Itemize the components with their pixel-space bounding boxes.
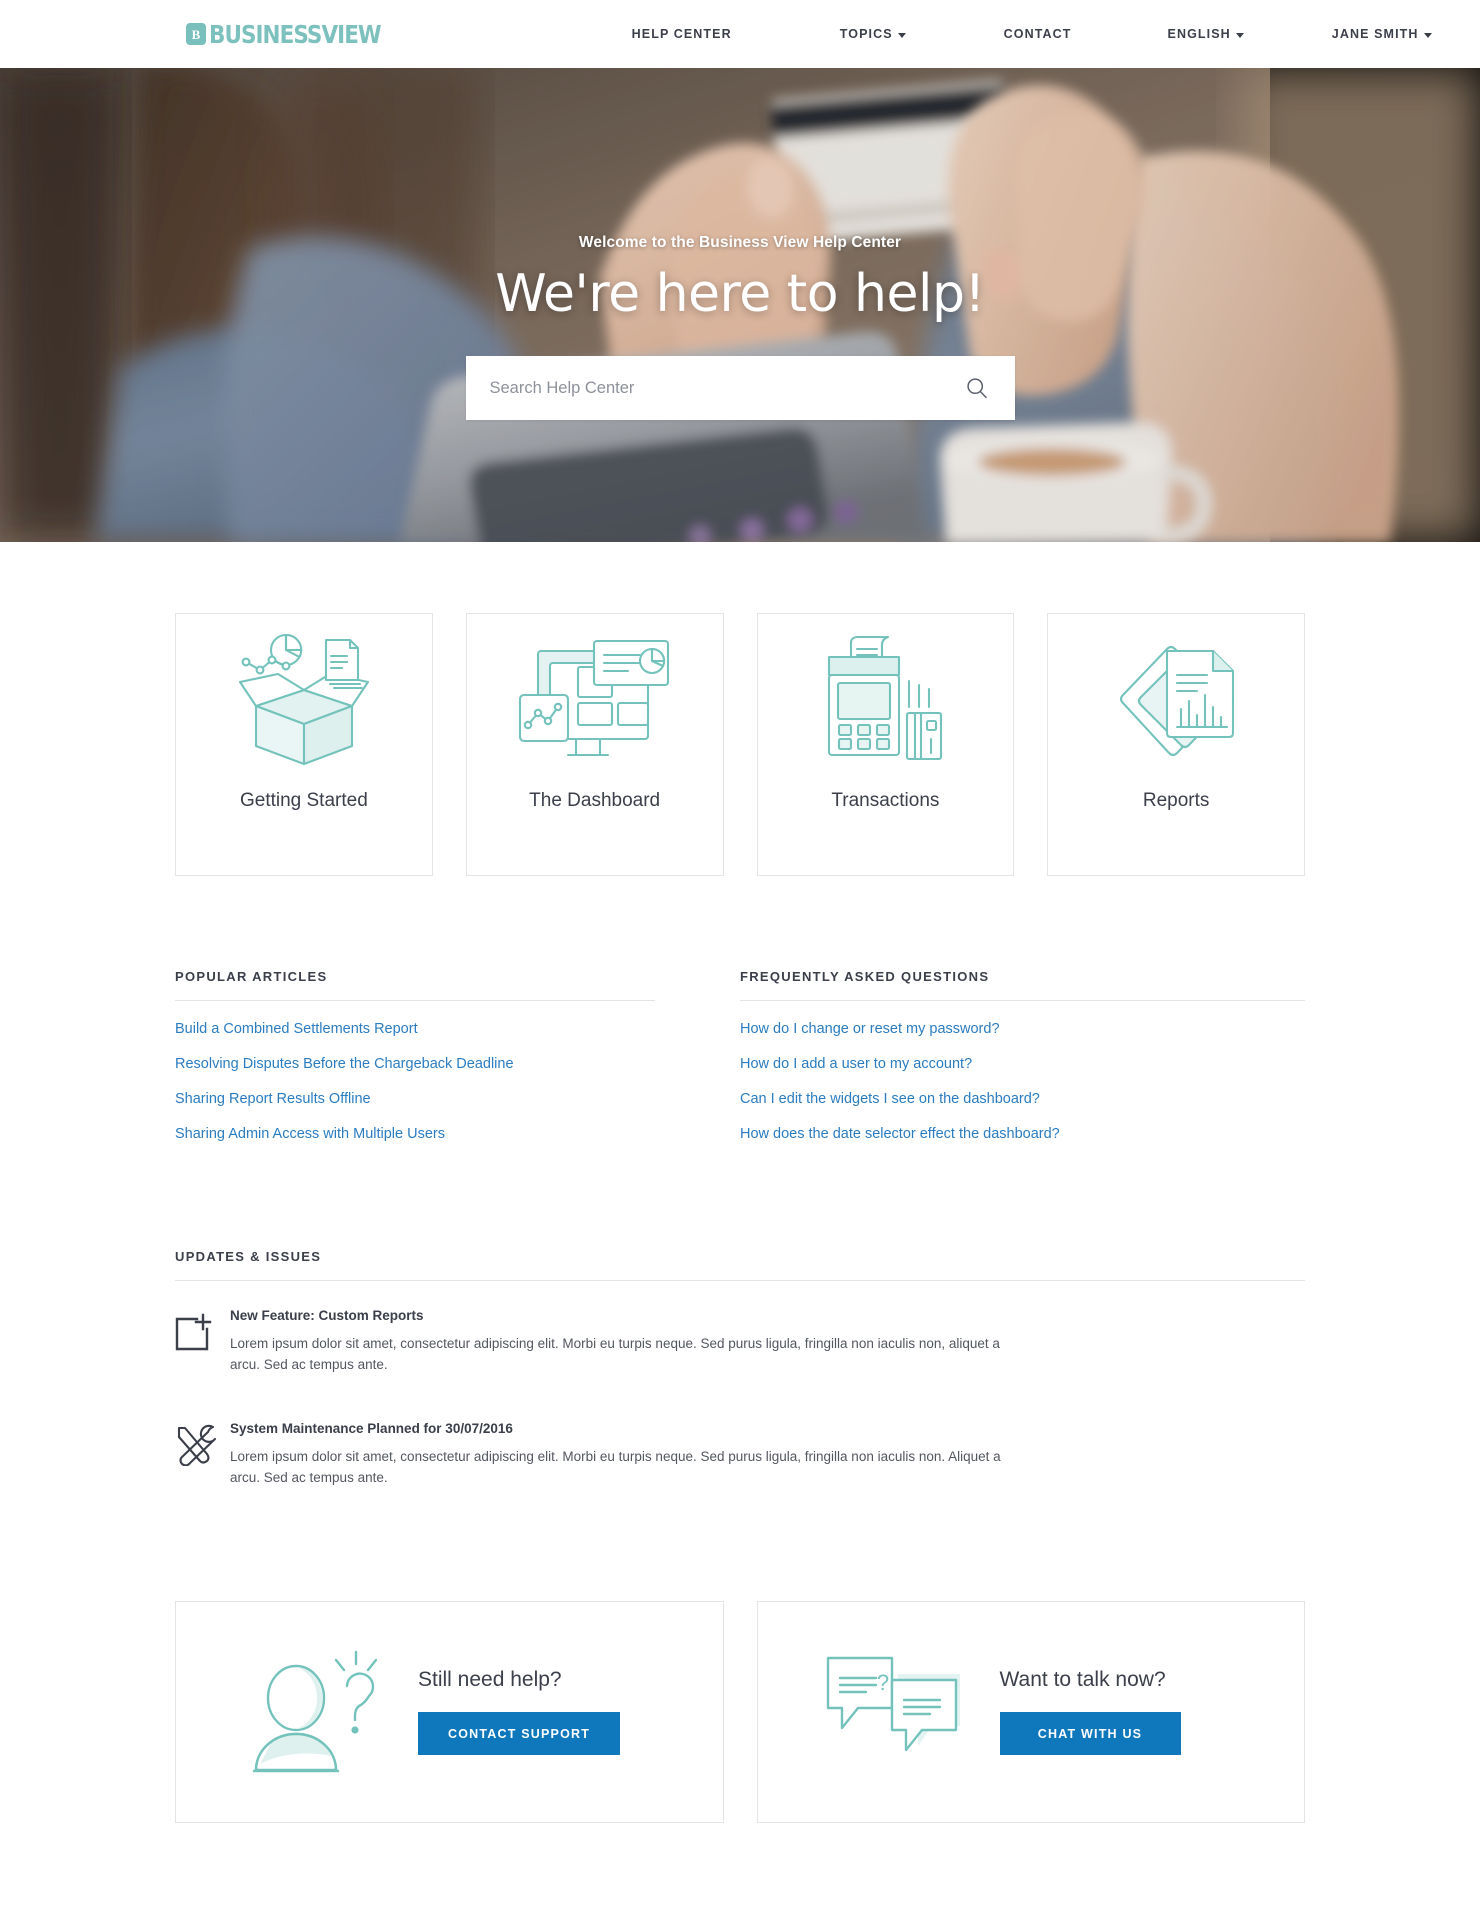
hero-eyebrow: Welcome to the Business View Help Center <box>578 234 902 251</box>
nav-label: CONTACT <box>1003 27 1072 41</box>
list-item[interactable]: Can I edit the widgets I see on the dash… <box>740 1081 1305 1116</box>
chevron-down-icon <box>897 32 906 38</box>
chevron-down-icon <box>1423 32 1432 38</box>
category-card-reports[interactable]: Reports <box>1047 613 1305 876</box>
logo-badge-icon: B <box>186 23 206 45</box>
faq-section: FREQUENTLY ASKED QUESTIONS How do I chan… <box>740 969 1305 1151</box>
category-label: The Dashboard <box>529 790 661 811</box>
search-input[interactable] <box>489 378 965 398</box>
page-title: We're here to help! <box>495 264 985 324</box>
cta-title: Want to talk now? <box>999 1668 1166 1692</box>
contact-support-button[interactable]: CONTACT SUPPORT <box>418 1712 621 1756</box>
cta-title: Still need help? <box>418 1668 562 1692</box>
main-nav: HELP CENTER TOPICS CONTACT ENGLISH JANE … <box>632 27 1432 41</box>
nav-item-user-menu[interactable]: JANE SMITH <box>1332 27 1432 41</box>
category-card-getting-started[interactable]: Getting Started <box>175 613 433 876</box>
divider <box>175 1000 655 1001</box>
nav-item-help-center[interactable]: HELP CENTER <box>632 27 732 41</box>
nav-label: HELP CENTER <box>631 27 732 41</box>
cta-card-chat: ? Want to talk now? CHAT WITH US <box>756 1600 1305 1823</box>
search-icon <box>966 378 987 399</box>
category-cards: Getting Started The Dashboard Transactio… <box>175 613 1305 876</box>
nav-label: TOPICS <box>839 27 893 41</box>
updates-section: UPDATES & ISSUES New Feature: Custom Rep… <box>175 1249 1305 1489</box>
logo[interactable]: B BUSINESSVIEW <box>186 20 409 49</box>
divider <box>740 1000 1305 1001</box>
wrench-screwdriver-icon <box>175 1421 230 1489</box>
popular-articles-section: POPULAR ARTICLES Build a Combined Settle… <box>175 969 740 1151</box>
chevron-down-icon <box>1235 32 1244 38</box>
faq-link[interactable]: How do I add a user to my account? <box>740 1056 972 1072</box>
documents-chart-icon <box>1048 614 1304 790</box>
card-terminal-icon <box>758 614 1014 790</box>
logo-text: BUSINESSVIEW <box>209 19 382 49</box>
section-title: FREQUENTLY ASKED QUESTIONS <box>740 969 990 984</box>
category-card-the-dashboard[interactable]: The Dashboard <box>465 613 724 876</box>
update-item: New Feature: Custom Reports Lorem ipsum … <box>175 1308 1305 1376</box>
person-question-icon <box>222 1648 408 1776</box>
search-button[interactable] <box>965 376 989 400</box>
list-item[interactable]: How does the date selector effect the da… <box>740 1116 1305 1151</box>
update-text: Lorem ipsum dolor sit amet, consectetur … <box>230 1336 1000 1372</box>
svg-text:?: ? <box>876 1670 888 1695</box>
faq-link[interactable]: How do I change or reset my password? <box>740 1021 1000 1037</box>
site-header: B BUSINESSVIEW HELP CENTER TOPICS CONTAC… <box>0 0 1480 68</box>
faq-link[interactable]: How does the date selector effect the da… <box>740 1126 1060 1142</box>
article-link[interactable]: Sharing Admin Access with Multiple Users <box>175 1126 445 1142</box>
nav-item-english[interactable]: ENGLISH <box>1168 27 1244 41</box>
faq-link[interactable]: Can I edit the widgets I see on the dash… <box>740 1091 1040 1107</box>
chat-with-us-button[interactable]: CHAT WITH US <box>999 1712 1181 1756</box>
list-item[interactable]: How do I change or reset my password? <box>740 1011 1305 1046</box>
update-item: System Maintenance Planned for 30/07/201… <box>175 1421 1305 1489</box>
category-label: Getting Started <box>239 790 368 811</box>
article-link[interactable]: Sharing Report Results Offline <box>175 1091 371 1107</box>
new-item-plus-icon <box>175 1308 230 1376</box>
category-label: Reports <box>1142 790 1210 811</box>
article-lists: POPULAR ARTICLES Build a Combined Settle… <box>175 969 1305 1151</box>
update-title: New Feature: Custom Reports <box>230 1308 424 1323</box>
list-item[interactable]: Build a Combined Settlements Report <box>175 1011 655 1046</box>
section-title: POPULAR ARTICLES <box>175 969 328 984</box>
list-item[interactable]: How do I add a user to my account? <box>740 1046 1305 1081</box>
search-bar[interactable] <box>465 356 1015 420</box>
nav-item-topics[interactable]: TOPICS <box>840 27 906 41</box>
section-title: UPDATES & ISSUES <box>175 1249 322 1264</box>
list-item[interactable]: Resolving Disputes Before the Chargeback… <box>175 1046 655 1081</box>
divider <box>175 1280 1305 1281</box>
category-label: Transactions <box>831 790 940 811</box>
nav-item-contact[interactable]: CONTACT <box>1004 27 1072 41</box>
chat-bubbles-icon: ? <box>804 1652 990 1772</box>
update-title: System Maintenance Planned for 30/07/201… <box>230 1420 513 1436</box>
list-item[interactable]: Sharing Report Results Offline <box>175 1081 655 1116</box>
nav-label: JANE SMITH <box>1331 27 1419 41</box>
nav-label: ENGLISH <box>1167 27 1231 41</box>
hero-banner: Welcome to the Business View Help Center… <box>0 68 1480 542</box>
dashboard-screens-icon <box>467 614 723 790</box>
main-content: Getting Started The Dashboard Transactio… <box>175 613 1305 1823</box>
cta-card-contact-support: Still need help? CONTACT SUPPORT <box>175 1600 724 1823</box>
cta-section: Still need help? CONTACT SUPPORT ? Want … <box>175 1600 1305 1823</box>
open-box-icon <box>176 614 432 790</box>
article-link[interactable]: Resolving Disputes Before the Chargeback… <box>175 1056 514 1072</box>
category-card-transactions[interactable]: Transactions <box>756 613 1015 876</box>
update-text: Lorem ipsum dolor sit amet, consectetur … <box>230 1448 1001 1485</box>
list-item[interactable]: Sharing Admin Access with Multiple Users <box>175 1116 655 1151</box>
article-link[interactable]: Build a Combined Settlements Report <box>175 1021 418 1037</box>
